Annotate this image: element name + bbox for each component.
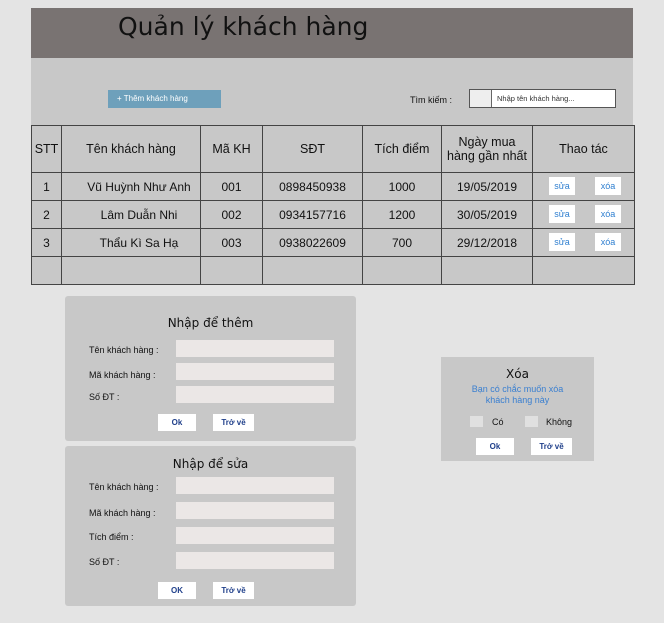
cell-date: 29/12/2018 — [441, 228, 533, 257]
cell-phone: 0934157716 — [262, 200, 363, 229]
cell-stt: 3 — [31, 228, 62, 257]
add-phone-input[interactable] — [176, 386, 334, 403]
delete-dialog-question: Bạn có chắc muốn xóa khách hàng này — [441, 384, 594, 406]
cell-phone: 0898450938 — [262, 172, 363, 201]
edit-button[interactable]: sửa — [549, 233, 575, 251]
edit-phone-label: Số ĐT : — [89, 557, 120, 567]
edit-code-input[interactable] — [176, 502, 334, 519]
cell-points: 1200 — [362, 200, 442, 229]
app-header: Quản lý khách hàng — [31, 8, 633, 58]
edit-points-input[interactable] — [176, 527, 334, 544]
cell-actions: sửa xóa — [532, 172, 635, 201]
cell-points: 700 — [362, 228, 442, 257]
cell-code: 001 — [200, 172, 263, 201]
column-header-points: Tích điểm — [362, 125, 442, 173]
delete-button[interactable]: xóa — [595, 205, 621, 223]
add-back-button[interactable]: Trở về — [213, 414, 254, 431]
add-phone-label: Số ĐT : — [89, 392, 120, 402]
column-header-code: Mã KH — [200, 125, 263, 173]
edit-button[interactable]: sửa — [549, 205, 575, 223]
column-header-name: Tên khách hàng — [61, 125, 201, 173]
delete-question-line1: Bạn có chắc muốn xóa — [471, 384, 564, 394]
cell-actions: sửa xóa — [532, 200, 635, 229]
edit-ok-button[interactable]: OK — [158, 582, 196, 599]
yes-label: Có — [492, 417, 504, 427]
edit-customer-panel: Nhập để sửa Tên khách hàng : Mã khách hà… — [65, 446, 356, 606]
column-header-phone: SĐT — [262, 125, 363, 173]
cell-stt: 2 — [31, 200, 62, 229]
search-icon[interactable] — [470, 90, 492, 107]
no-checkbox[interactable] — [525, 416, 538, 427]
edit-code-label: Mã khách hàng : — [89, 508, 156, 518]
page-title: Quản lý khách hàng — [118, 12, 369, 41]
column-header-last-purchase-line1: Ngày mua — [458, 135, 516, 149]
edit-points-label: Tích điểm : — [89, 532, 134, 542]
add-name-input[interactable] — [176, 340, 334, 357]
edit-button[interactable]: sửa — [549, 177, 575, 195]
cell-date: 30/05/2019 — [441, 200, 533, 229]
cell-points: 1000 — [362, 172, 442, 201]
cell-name: Vũ Huỳnh Như Anh — [61, 172, 201, 201]
edit-phone-input[interactable] — [176, 552, 334, 569]
add-name-label: Tên khách hàng : — [89, 345, 159, 355]
edit-name-input[interactable] — [176, 477, 334, 494]
table-row: 1 Vũ Huỳnh Như Anh 001 0898450938 1000 1… — [31, 172, 635, 201]
add-code-input[interactable] — [176, 363, 334, 380]
column-header-last-purchase-line2: hàng gần nhất — [447, 149, 527, 163]
column-header-actions: Thao tác — [532, 125, 635, 173]
delete-button[interactable]: xóa — [595, 233, 621, 251]
search-input[interactable] — [492, 90, 615, 107]
edit-name-label: Tên khách hàng : — [89, 482, 159, 492]
cell-stt: 1 — [31, 172, 62, 201]
add-customer-button[interactable]: + Thêm khách hàng — [108, 90, 221, 108]
yes-checkbox[interactable] — [470, 416, 483, 427]
add-customer-panel: Nhập để thêm Tên khách hàng : Mã khách h… — [65, 296, 356, 441]
table-header-row: STT Tên khách hàng Mã KH SĐT Tích điểm N… — [31, 125, 635, 173]
table-row: 3 Thẩu Kì Sa Hạ 003 0938022609 700 29/12… — [31, 228, 635, 257]
delete-back-button[interactable]: Trở về — [531, 438, 572, 455]
edit-panel-title: Nhập để sửa — [172, 457, 249, 471]
cell-code: 002 — [200, 200, 263, 229]
search-box — [469, 89, 616, 108]
no-label: Không — [546, 417, 573, 427]
customer-table: STT Tên khách hàng Mã KH SĐT Tích điểm N… — [31, 125, 635, 285]
toolbar: + Thêm khách hàng Tìm kiếm : — [31, 58, 633, 125]
table-row-empty — [31, 256, 635, 285]
add-code-label: Mã khách hàng : — [89, 370, 156, 380]
delete-question-line2: khách hàng này — [485, 395, 550, 405]
add-ok-button[interactable]: Ok — [158, 414, 196, 431]
cell-code: 003 — [200, 228, 263, 257]
cell-name: Lâm Duẫn Nhi — [61, 200, 201, 229]
cell-actions: sửa xóa — [532, 228, 635, 257]
cell-name: Thẩu Kì Sa Hạ — [61, 228, 201, 257]
search-label: Tìm kiếm : — [410, 95, 452, 105]
cell-date: 19/05/2019 — [441, 172, 533, 201]
column-header-last-purchase: Ngày mua hàng gần nhất — [441, 125, 533, 173]
cell-phone: 0938022609 — [262, 228, 363, 257]
delete-ok-button[interactable]: Ok — [476, 438, 514, 455]
column-header-stt: STT — [31, 125, 62, 173]
delete-dialog-title: Xóa — [506, 367, 529, 381]
delete-confirm-dialog: Xóa Bạn có chắc muốn xóa khách hàng này … — [441, 357, 594, 461]
edit-back-button[interactable]: Trở về — [213, 582, 254, 599]
add-panel-title: Nhập để thêm — [167, 316, 254, 330]
table-row: 2 Lâm Duẫn Nhi 002 0934157716 1200 30/05… — [31, 200, 635, 229]
delete-button[interactable]: xóa — [595, 177, 621, 195]
